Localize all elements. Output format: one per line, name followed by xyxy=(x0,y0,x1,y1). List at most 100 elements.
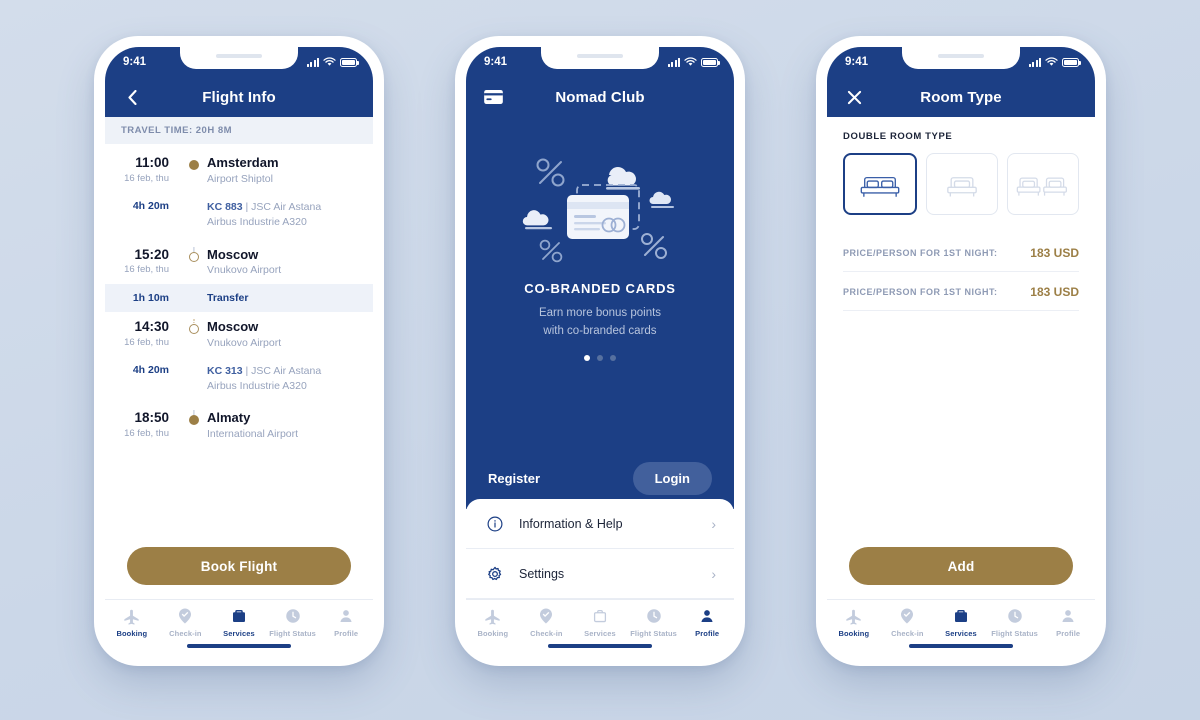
tab-label: Services xyxy=(223,629,255,638)
tab-label: Profile xyxy=(1056,629,1081,638)
tab-booking[interactable]: Booking xyxy=(105,606,159,638)
transfer-duration: 1h 10m xyxy=(132,291,169,304)
stop-city: Amsterdam xyxy=(207,155,279,170)
itinerary-stop[interactable]: 14:30 16 feb, thu Moscow Vnukovo Airport xyxy=(105,312,373,356)
back-button[interactable] xyxy=(121,86,143,108)
carousel-dot-1[interactable] xyxy=(584,354,590,361)
carousel-dots[interactable] xyxy=(584,354,616,361)
bed-option-twin[interactable] xyxy=(1007,153,1079,215)
menu-item-information-help[interactable]: Information & Help › xyxy=(466,499,734,549)
leg-airline: JSC Air Astana xyxy=(251,201,322,214)
price-list: PRICE/PERSON FOR 1ST NIGHT: 183 USD PRIC… xyxy=(843,233,1079,311)
itinerary-leg[interactable]: 4h 20m KC 313 | JSC Air Astana Airbus In… xyxy=(105,356,373,403)
room-type-body: DOUBLE ROOM TYPE PRICE/PERSON FOR 1ST NI… xyxy=(827,117,1095,533)
menu-item-label: Information & Help xyxy=(519,516,623,531)
tab-label: Services xyxy=(584,629,616,638)
stop-airport: Airport Shiptol xyxy=(207,172,273,185)
transfer-duration-column: 1h 10m xyxy=(105,292,181,304)
stop-city: Moscow xyxy=(207,318,259,334)
cellular-bars-icon xyxy=(667,57,680,67)
tab-flight-status[interactable]: Flight Status xyxy=(266,606,320,638)
promo-title: CO-BRANDED CARDS xyxy=(524,281,676,296)
airplane-icon xyxy=(844,606,864,626)
tab-profile[interactable]: Profile xyxy=(319,606,373,638)
leg-separator: | xyxy=(242,364,252,377)
menu-item-label: Settings xyxy=(519,566,565,581)
menu-item-settings[interactable]: Settings › xyxy=(466,549,734,599)
bed-option-group xyxy=(843,153,1079,215)
bed-option-single[interactable] xyxy=(926,153,998,215)
battery-full-icon xyxy=(701,57,720,67)
cards-button[interactable] xyxy=(482,86,504,108)
tab-services[interactable]: Services xyxy=(934,606,988,638)
tab-label: Profile xyxy=(334,629,359,638)
screen-flight-info: 9:41 Flight Info TRAVEL TIME: 20H 8M 11:… xyxy=(105,47,373,655)
leg-aircraft: Airbus Industrie A320 xyxy=(207,216,307,229)
twin-beds-icon xyxy=(1016,177,1067,196)
carousel-dot-2[interactable] xyxy=(597,354,603,361)
auth-row: Register Login xyxy=(466,462,734,495)
itinerary-stop[interactable]: 15:20 16 feb, thu Moscow Vnukovo Airport xyxy=(105,240,373,284)
itinerary-stop[interactable]: 11:00 16 feb, thu Amsterdam Airport Ship… xyxy=(105,148,373,192)
leg-flight-line: KC 883 | JSC Air Astana xyxy=(207,200,359,215)
leg-duration: 4h 20m xyxy=(132,200,169,213)
tab-booking[interactable]: Booking xyxy=(466,606,520,638)
register-button[interactable]: Register xyxy=(488,471,540,486)
itinerary-stop[interactable]: 18:50 16 feb, thu Almaty International A… xyxy=(105,403,373,447)
close-x-icon xyxy=(847,90,861,104)
tab-check-in[interactable]: Check-in xyxy=(159,606,213,638)
tab-profile[interactable]: Profile xyxy=(1041,606,1095,638)
stop-time: 18:50 xyxy=(134,410,169,426)
travel-time-banner: TRAVEL TIME: 20H 8M xyxy=(105,117,373,144)
tab-label: Profile xyxy=(695,629,720,638)
status-time: 9:41 xyxy=(123,56,147,68)
login-button[interactable]: Login xyxy=(632,462,712,495)
nav-bar: Room Type xyxy=(827,77,1095,117)
close-button[interactable] xyxy=(843,86,865,108)
earpiece-speaker xyxy=(216,54,262,58)
timeline-dot-filled xyxy=(189,160,199,170)
tab-flight-status[interactable]: Flight Status xyxy=(627,606,681,638)
cellular-bars-icon xyxy=(306,57,319,67)
price-value: 183 USD xyxy=(1030,285,1079,299)
tab-label: Flight Status xyxy=(269,629,316,638)
tab-profile[interactable]: Profile xyxy=(680,606,734,638)
chevron-left-icon xyxy=(127,89,137,105)
stop-info: Almaty International Airport xyxy=(207,410,373,442)
tab-services[interactable]: Services xyxy=(573,606,627,638)
tab-booking[interactable]: Booking xyxy=(827,606,881,638)
book-flight-button[interactable]: Book Flight xyxy=(127,547,351,585)
stop-time: 14:30 xyxy=(134,318,169,334)
screen-nomad-club: 9:41 Nomad Club CO-BRANDED CARDS Earn mo… xyxy=(466,47,734,655)
add-button[interactable]: Add xyxy=(849,547,1073,585)
stop-time: 11:00 xyxy=(135,155,169,170)
stop-date: 16 feb, thu xyxy=(124,428,169,440)
bed-option-double[interactable] xyxy=(843,153,917,215)
tab-check-in[interactable]: Check-in xyxy=(520,606,574,638)
itinerary-transfer[interactable]: 1h 10m Transfer xyxy=(105,283,373,312)
phone-notch xyxy=(541,47,659,69)
carousel-dot-3[interactable] xyxy=(610,354,616,361)
tab-flight-status[interactable]: Flight Status xyxy=(988,606,1042,638)
itinerary-list: 11:00 16 feb, thu Amsterdam Airport Ship… xyxy=(105,144,373,533)
tab-check-in[interactable]: Check-in xyxy=(881,606,935,638)
phone-flight-info: 9:41 Flight Info TRAVEL TIME: 20H 8M 11:… xyxy=(94,36,384,666)
status-time: 9:41 xyxy=(484,56,508,68)
stop-date: 16 feb, thu xyxy=(124,336,169,348)
timeline-dot-hollow xyxy=(189,323,199,334)
leg-flight-code: KC 313 xyxy=(207,364,243,377)
itinerary-leg[interactable]: 4h 20m KC 883 | JSC Air Astana Airbus In… xyxy=(105,192,373,239)
stop-time-column: 14:30 16 feb, thu xyxy=(105,319,181,349)
promo-subtitle-line1: Earn more bonus points xyxy=(538,307,662,319)
clock-icon xyxy=(1005,606,1025,626)
add-button-wrap: Add xyxy=(827,533,1095,599)
leg-info: KC 313 | JSC Air Astana Airbus Industrie… xyxy=(207,364,373,394)
person-icon xyxy=(336,606,356,626)
tab-services[interactable]: Services xyxy=(212,606,266,638)
stop-date: 16 feb, thu xyxy=(124,172,169,184)
transfer-label: Transfer xyxy=(207,291,249,304)
earpiece-speaker xyxy=(938,54,984,58)
chevron-right-icon: › xyxy=(711,515,716,532)
tab-label: Check-in xyxy=(169,629,202,638)
check-pin-icon xyxy=(536,606,556,626)
